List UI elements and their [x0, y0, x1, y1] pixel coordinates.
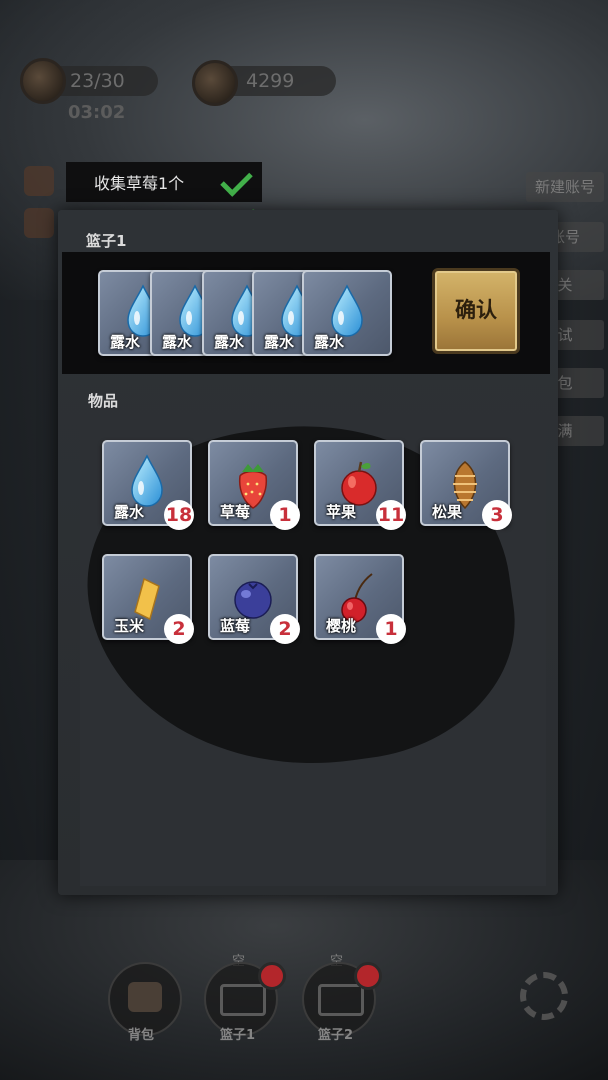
basket2-notification-dot	[354, 962, 382, 990]
coins-value: 4299	[246, 70, 295, 92]
basket-card-label: 露水	[162, 333, 193, 351]
basket-card-label: 露水	[264, 333, 295, 351]
item-count-badge: 1	[376, 614, 406, 644]
backpack-label: 背包	[128, 1028, 155, 1043]
inventory-item-label: 苹果	[326, 503, 357, 521]
basket1-label: 篮子1	[220, 1028, 256, 1043]
item-count-badge: 11	[376, 500, 406, 530]
item-count-badge: 2	[164, 614, 194, 644]
inventory-item-label: 樱桃	[326, 617, 357, 635]
inventory-item-label: 露水	[114, 503, 145, 521]
basket-icon	[318, 984, 364, 1016]
confirm-button[interactable]: 确认	[432, 268, 520, 354]
timer-text: 03:02	[68, 102, 126, 123]
item-count-badge: 3	[482, 500, 512, 530]
inventory-item-label: 松果	[432, 503, 463, 521]
basket2-label: 篮子2	[318, 1028, 354, 1043]
inventory-title: 物品	[88, 392, 119, 410]
basket-card-label: 露水	[314, 333, 345, 351]
item-count-badge: 18	[164, 500, 194, 530]
inventory-item-label: 草莓	[220, 503, 251, 521]
task-icon-2	[24, 208, 54, 238]
settings-gear-icon[interactable]	[520, 972, 568, 1020]
backpack-icon	[128, 982, 162, 1012]
basket1-notification-dot	[258, 962, 286, 990]
inventory-item-label: 蓝莓	[220, 617, 251, 635]
item-count-badge: 2	[270, 614, 300, 644]
task-icon	[24, 166, 54, 196]
new-account-tab[interactable]: 新建账号	[526, 172, 604, 202]
basket-icon	[220, 984, 266, 1016]
basket-card-露水[interactable]: 露水	[302, 270, 392, 356]
coin-icon	[192, 60, 238, 106]
task-text: 收集草莓1个	[94, 174, 185, 193]
energy-value: 23/30	[70, 70, 125, 92]
inventory-item-label: 玉米	[114, 617, 145, 635]
basket-title: 篮子1	[86, 232, 127, 250]
energy-icon	[20, 58, 66, 104]
basket-card-label: 露水	[214, 333, 245, 351]
item-count-badge: 1	[270, 500, 300, 530]
basket-card-label: 露水	[110, 333, 141, 351]
